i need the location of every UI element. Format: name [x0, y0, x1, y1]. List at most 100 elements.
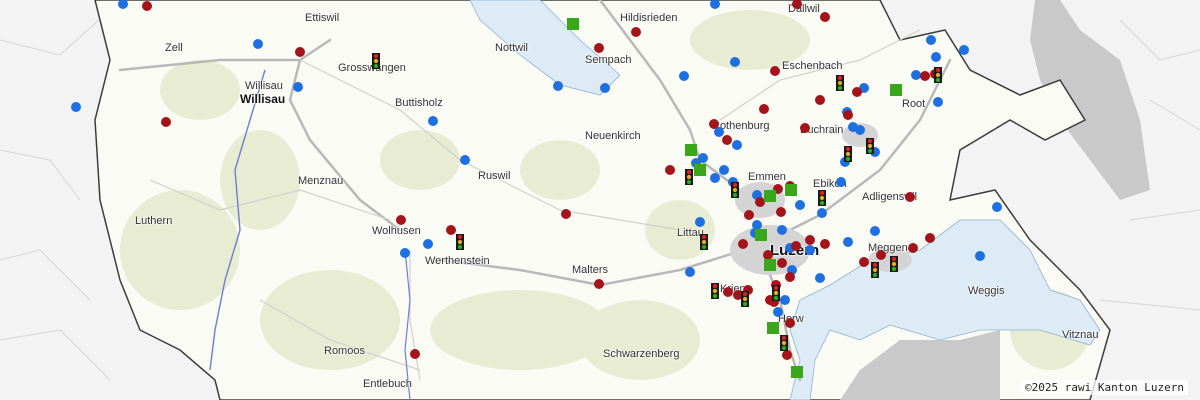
green-square-marker[interactable]	[755, 229, 767, 241]
green-square-marker[interactable]	[764, 259, 776, 271]
blue-dot-marker[interactable]	[253, 39, 263, 49]
traffic-light-marker[interactable]	[844, 146, 852, 162]
map-canvas[interactable]: Ettiswil Zell Grosswangen Willisau Willisau B…	[0, 0, 1200, 400]
red-dot-marker[interactable]	[876, 250, 886, 260]
blue-dot-marker[interactable]	[926, 35, 936, 45]
red-dot-marker[interactable]	[759, 104, 769, 114]
traffic-light-marker[interactable]	[456, 234, 464, 250]
traffic-light-marker[interactable]	[685, 169, 693, 185]
traffic-light-marker[interactable]	[711, 283, 719, 299]
blue-dot-marker[interactable]	[815, 273, 825, 283]
red-dot-marker[interactable]	[843, 110, 853, 120]
green-square-marker[interactable]	[767, 322, 779, 334]
blue-dot-marker[interactable]	[780, 295, 790, 305]
blue-dot-marker[interactable]	[795, 200, 805, 210]
red-dot-marker[interactable]	[763, 250, 773, 260]
blue-dot-marker[interactable]	[959, 45, 969, 55]
blue-dot-marker[interactable]	[428, 116, 438, 126]
traffic-light-marker[interactable]	[866, 138, 874, 154]
red-dot-marker[interactable]	[770, 66, 780, 76]
blue-dot-marker[interactable]	[805, 245, 815, 255]
red-dot-marker[interactable]	[776, 207, 786, 217]
traffic-light-marker[interactable]	[731, 182, 739, 198]
red-dot-marker[interactable]	[820, 239, 830, 249]
blue-dot-marker[interactable]	[460, 155, 470, 165]
red-dot-marker[interactable]	[755, 197, 765, 207]
blue-dot-marker[interactable]	[719, 165, 729, 175]
red-dot-marker[interactable]	[908, 243, 918, 253]
red-dot-marker[interactable]	[295, 47, 305, 57]
blue-dot-marker[interactable]	[710, 0, 720, 9]
red-dot-marker[interactable]	[859, 257, 869, 267]
red-dot-marker[interactable]	[561, 209, 571, 219]
red-dot-marker[interactable]	[777, 258, 787, 268]
red-dot-marker[interactable]	[161, 117, 171, 127]
blue-dot-marker[interactable]	[843, 237, 853, 247]
red-dot-marker[interactable]	[665, 165, 675, 175]
blue-dot-marker[interactable]	[685, 267, 695, 277]
blue-dot-marker[interactable]	[848, 122, 858, 132]
red-dot-marker[interactable]	[738, 239, 748, 249]
blue-dot-marker[interactable]	[293, 82, 303, 92]
blue-dot-marker[interactable]	[679, 71, 689, 81]
red-dot-marker[interactable]	[142, 1, 152, 11]
blue-dot-marker[interactable]	[992, 202, 1002, 212]
traffic-light-marker[interactable]	[871, 262, 879, 278]
traffic-light-marker[interactable]	[780, 335, 788, 351]
red-dot-marker[interactable]	[446, 225, 456, 235]
red-dot-marker[interactable]	[820, 12, 830, 22]
blue-dot-marker[interactable]	[710, 173, 720, 183]
traffic-light-marker[interactable]	[772, 285, 780, 301]
green-square-marker[interactable]	[567, 18, 579, 30]
traffic-light-marker[interactable]	[700, 234, 708, 250]
red-dot-marker[interactable]	[792, 0, 802, 9]
red-dot-marker[interactable]	[594, 43, 604, 53]
traffic-light-marker[interactable]	[836, 75, 844, 91]
blue-dot-marker[interactable]	[975, 251, 985, 261]
green-square-marker[interactable]	[685, 144, 697, 156]
blue-dot-marker[interactable]	[732, 140, 742, 150]
green-square-marker[interactable]	[890, 84, 902, 96]
red-dot-marker[interactable]	[722, 135, 732, 145]
blue-dot-marker[interactable]	[931, 52, 941, 62]
blue-dot-marker[interactable]	[695, 217, 705, 227]
red-dot-marker[interactable]	[631, 27, 641, 37]
green-square-marker[interactable]	[764, 190, 776, 202]
traffic-light-marker[interactable]	[890, 256, 898, 272]
blue-dot-marker[interactable]	[773, 307, 783, 317]
red-dot-marker[interactable]	[594, 279, 604, 289]
red-dot-marker[interactable]	[815, 95, 825, 105]
red-dot-marker[interactable]	[805, 235, 815, 245]
blue-dot-marker[interactable]	[553, 81, 563, 91]
green-square-marker[interactable]	[791, 366, 803, 378]
blue-dot-marker[interactable]	[870, 226, 880, 236]
green-square-marker[interactable]	[694, 164, 706, 176]
red-dot-marker[interactable]	[800, 123, 810, 133]
red-dot-marker[interactable]	[744, 210, 754, 220]
red-dot-marker[interactable]	[723, 287, 733, 297]
blue-dot-marker[interactable]	[600, 83, 610, 93]
traffic-light-marker[interactable]	[934, 67, 942, 83]
blue-dot-marker[interactable]	[730, 57, 740, 67]
red-dot-marker[interactable]	[852, 87, 862, 97]
blue-dot-marker[interactable]	[400, 248, 410, 258]
blue-dot-marker[interactable]	[118, 0, 128, 9]
red-dot-marker[interactable]	[782, 350, 792, 360]
traffic-light-marker[interactable]	[372, 53, 380, 69]
red-dot-marker[interactable]	[396, 215, 406, 225]
red-dot-marker[interactable]	[709, 119, 719, 129]
blue-dot-marker[interactable]	[911, 70, 921, 80]
traffic-light-marker[interactable]	[818, 190, 826, 206]
red-dot-marker[interactable]	[925, 233, 935, 243]
blue-dot-marker[interactable]	[817, 208, 827, 218]
green-square-marker[interactable]	[785, 184, 797, 196]
red-dot-marker[interactable]	[920, 71, 930, 81]
blue-dot-marker[interactable]	[777, 225, 787, 235]
blue-dot-marker[interactable]	[71, 102, 81, 112]
red-dot-marker[interactable]	[785, 272, 795, 282]
traffic-light-marker[interactable]	[741, 291, 749, 307]
red-dot-marker[interactable]	[905, 192, 915, 202]
red-dot-marker[interactable]	[791, 241, 801, 251]
red-dot-marker[interactable]	[785, 318, 795, 328]
blue-dot-marker[interactable]	[423, 239, 433, 249]
